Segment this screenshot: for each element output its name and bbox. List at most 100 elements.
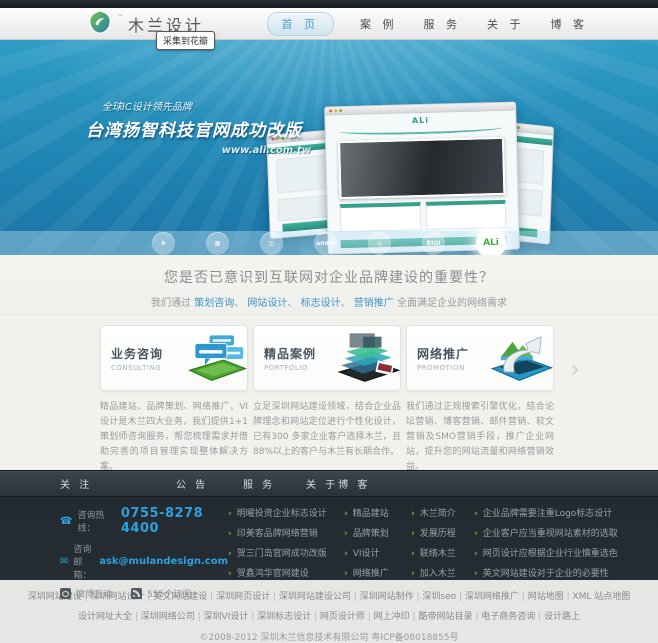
footer-column-title: 关 于	[306, 480, 339, 491]
footer-service-link[interactable]: › 精品建站	[344, 506, 411, 519]
footer-notice-link[interactable]: › 明曜投资企业标志设计	[228, 506, 344, 519]
seo-link[interactable]: 深圳网站制作	[360, 592, 423, 602]
service-cards: 业务咨询 CONSULTING 精品案例 PORTFOLIO 网络推广 PROM…	[100, 325, 558, 391]
rss-icon[interactable]	[131, 588, 143, 599]
chevron-bullet-icon: ›	[411, 529, 415, 539]
intro-lead-prefix: 我们通过	[151, 298, 195, 309]
seo-link[interactable]: 设计网址大全	[78, 612, 141, 622]
banner-tagline: 全球IC设计领先品牌	[102, 102, 192, 113]
footer-service-link[interactable]: › 网络推广	[344, 566, 411, 579]
footer-about-link[interactable]: › 联络木兰	[411, 546, 474, 559]
mockup-content-boxes	[339, 199, 507, 233]
footer-about-link[interactable]: › 加入木兰	[411, 566, 474, 579]
footer-notice-link[interactable]: › 贺鑫鸿华官网建设	[228, 566, 344, 579]
chevron-bullet-icon: ›	[228, 549, 232, 559]
seo-link[interactable]: 设计路上	[544, 612, 580, 622]
top-strip	[0, 0, 658, 8]
intro-heading: 您是否已意识到互联网对企业品牌建设的重要性？	[164, 270, 494, 286]
seo-link[interactable]: 深圳网络公司	[141, 612, 204, 622]
chevron-bullet-icon: ›	[411, 509, 415, 519]
seo-link[interactable]: 电子商务咨询	[481, 612, 544, 622]
client-logo[interactable]: ❖	[152, 231, 175, 255]
card-promotion[interactable]: 网络推广 PROMOTION	[406, 325, 554, 391]
card-subtitle: PORTFOLIO	[264, 363, 308, 372]
nav-item[interactable]: 博 客	[551, 16, 589, 32]
seo-link[interactable]: 英文网站建设	[153, 592, 216, 602]
seo-link[interactable]: XML 站点地图	[572, 592, 630, 602]
seo-link[interactable]: 深圳标志设计	[257, 612, 320, 622]
client-logo[interactable]: ▦	[206, 231, 229, 255]
footer-service-link[interactable]: › 品牌策划	[344, 526, 411, 539]
brand-leaf-logo-icon	[88, 9, 112, 38]
seo-link[interactable]: 深圳网站设计	[91, 592, 154, 602]
footer-notice-link[interactable]: › 印美客品牌网络营销	[228, 526, 344, 539]
seo-link[interactable]: 深圳网站建设公司	[279, 592, 360, 602]
client-logo[interactable]: ◎	[368, 231, 391, 255]
portfolio-layers-illustration-icon	[316, 328, 401, 388]
card-title: 业务咨询	[111, 346, 164, 361]
collect-badge[interactable]: 采集到花瓣	[156, 31, 216, 50]
weibo-icon[interactable]	[60, 588, 71, 599]
carousel-next-button[interactable]: ›	[570, 357, 580, 381]
chevron-bullet-icon: ›	[344, 549, 348, 559]
footer-notice-link[interactable]: › 贺三门岛官网成功改版	[228, 546, 344, 559]
hotline-number[interactable]: 0755-8278 4400	[121, 506, 228, 536]
client-logo[interactable]: ALi	[476, 228, 506, 255]
card-subtitle: CONSULTING	[111, 363, 162, 372]
seo-link[interactable]: 酷帝网站目录	[418, 612, 481, 622]
intro-service-link[interactable]: 策划咨询	[194, 298, 247, 309]
seo-link[interactable]: 网上冲印	[374, 612, 419, 622]
email-label: 咨询邮箱：	[73, 545, 92, 581]
seo-link[interactable]: 深圳VI设计	[204, 612, 258, 622]
chevron-bullet-icon: ›	[228, 529, 232, 539]
chevron-bullet-icon: ›	[411, 569, 415, 579]
footer-column-title: 公 告	[176, 480, 209, 491]
banner-url[interactable]: www.ali.com.tw	[86, 145, 311, 156]
nav-item[interactable]: 首 页	[266, 11, 334, 36]
footer-about-link[interactable]: › 木兰简介	[411, 506, 474, 519]
footer-about-link[interactable]: › 发展历程	[411, 526, 474, 539]
seo-link[interactable]: 网页设计师	[320, 612, 374, 622]
card-portfolio[interactable]: 精品案例 PORTFOLIO	[253, 325, 401, 391]
intro-lead-suffix: 全面满足企业的网络需求	[393, 298, 507, 309]
card-consulting[interactable]: 业务咨询 CONSULTING	[100, 325, 248, 391]
client-logo[interactable]: ◫	[260, 231, 283, 255]
footer-column-title: 关 注	[60, 480, 93, 491]
chevron-bullet-icon: ›	[344, 529, 348, 539]
seo-link[interactable]: 网站地图	[528, 592, 573, 602]
email-address[interactable]: ask@mulandesign.com	[99, 556, 228, 567]
footer-blog-link[interactable]: › 企业客户应当重视网站素材的选取	[474, 526, 618, 539]
card-desc-promotion: 我们通过正规搜索引擎优化，结合论坛营销、博客营销、邮件营销、软文营销及SMO营销…	[406, 402, 554, 472]
trademark-mark: ™	[117, 14, 123, 21]
intro-service-link[interactable]: 网站设计	[247, 298, 300, 309]
intro-service-links: 策划咨询网站设计标志设计营销推广	[194, 298, 394, 309]
nav-item[interactable]: 服 务	[424, 16, 462, 32]
footer-blog-link[interactable]: › 企业品牌需要注重Logo标志设计	[474, 506, 618, 519]
banner-title: 台湾扬智科技官网成功改版	[86, 121, 302, 141]
footer-blog-link[interactable]: › 网页设计应根据企业行业慎重选色	[474, 546, 618, 559]
footer-service-link[interactable]: › VI设计	[344, 546, 411, 559]
chevron-bullet-icon: ›	[411, 549, 415, 559]
chevron-bullet-icon: ›	[474, 509, 478, 519]
hero-banner: 全球IC设计领先品牌 台湾扬智科技官网成功改版 www.ali.com.tw A…	[0, 40, 658, 255]
nav-item[interactable]: 案 例	[360, 16, 398, 32]
chevron-bullet-icon: ›	[344, 509, 348, 519]
intro-service-link[interactable]: 标志设计	[301, 298, 354, 309]
intro-section: 您是否已意识到互联网对企业品牌建设的重要性？ 我们通过 策划咨询网站设计标志设计…	[0, 255, 658, 315]
intro-service-link[interactable]: 营销推广	[354, 298, 394, 309]
client-logos-band: ❖ ▦ ◫ anmo ◎ BIGI ALi	[0, 228, 658, 255]
seo-link[interactable]: 深圳网络推广	[465, 592, 528, 602]
hotline-label: 咨询热线：	[77, 511, 105, 534]
dark-footer: 关 注 公 告 服 务 关 于博 客 ☎ 咨询热线： 0755-8278 4400 ✉…	[0, 470, 658, 600]
nav-item[interactable]: 关 于	[487, 16, 525, 32]
footer-blog-link[interactable]: › 英文网站建设对于企业的必要性	[474, 566, 618, 579]
footer-column-title: 服 务	[243, 480, 276, 491]
client-logo[interactable]: anmo	[314, 231, 337, 255]
chevron-bullet-icon: ›	[344, 569, 348, 579]
client-logo[interactable]: BIGI	[422, 231, 445, 255]
phone-icon: ☎	[60, 515, 73, 527]
seo-link[interactable]: 深圳网页设计	[216, 592, 279, 602]
seo-link[interactable]: 深圳seo	[422, 592, 465, 602]
card-descriptions: 精品建站、品牌策划、网络推广、VI设计是木兰四大业务，我们提供1+1策划师咨询服…	[100, 400, 558, 475]
header: ™ 木兰设计 首 页案 例服 务关 于博 客	[0, 8, 658, 40]
